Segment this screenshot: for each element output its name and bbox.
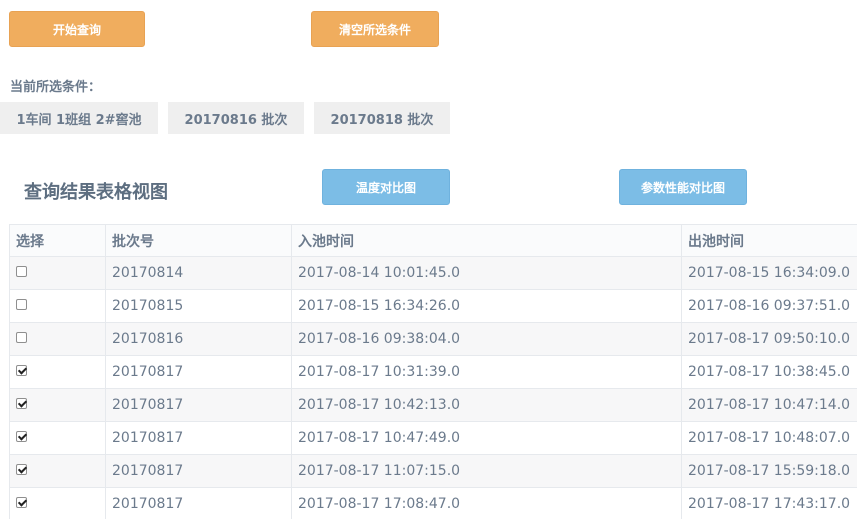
batch-cell: 20170816 (105, 322, 292, 356)
condition-chip-batch-20170818[interactable]: 20170818 批次 (314, 102, 450, 134)
header-batch: 批次号 (105, 224, 292, 257)
row-checkbox[interactable] (16, 497, 27, 508)
select-cell (9, 322, 106, 356)
row-checkbox[interactable] (16, 365, 27, 376)
table-row: 20170817 2017-08-17 10:42:13.0 2017-08-17 … (9, 388, 857, 422)
out-time-cell: 2017-08-17 09:50:10.0 (681, 322, 857, 356)
out-time-cell: 2017-08-17 17:43:17.0 (681, 487, 857, 519)
temperature-compare-button[interactable]: 温度对比图 (322, 169, 450, 205)
table-row: 20170815 2017-08-15 16:34:26.0 2017-08-16 … (9, 289, 857, 323)
batch-cell: 20170817 (105, 355, 292, 389)
batch-cell: 20170817 (105, 487, 292, 519)
select-cell (9, 454, 106, 488)
out-time-cell: 2017-08-16 09:37:51.0 (681, 289, 857, 323)
batch-cell: 20170817 (105, 388, 292, 422)
table-row: 20170816 2017-08-16 09:38:04.0 2017-08-17 … (9, 322, 857, 356)
select-cell (9, 388, 106, 422)
header-select: 选择 (9, 224, 106, 257)
in-time-cell: 2017-08-17 10:31:39.0 (291, 355, 682, 389)
select-cell (9, 355, 106, 389)
header-out-time: 出池时间 (681, 224, 857, 257)
parameter-compare-button[interactable]: 参数性能对比图 (619, 169, 747, 205)
table-row: 20170817 2017-08-17 10:47:49.0 2017-08-17 … (9, 421, 857, 455)
results-table-title: 查询结果表格视图 (24, 182, 168, 203)
select-cell (9, 487, 106, 519)
row-checkbox[interactable] (16, 431, 27, 442)
in-time-cell: 2017-08-16 09:38:04.0 (291, 322, 682, 356)
batch-cell: 20170814 (105, 256, 292, 290)
batch-cell: 20170817 (105, 454, 292, 488)
table-row: 20170817 2017-08-17 17:08:47.0 2017-08-17 … (9, 487, 857, 519)
row-checkbox[interactable] (16, 464, 27, 475)
select-cell (9, 421, 106, 455)
results-table: 选择 批次号 入池时间 出池时间 20170814 2017-08-14 10:0… (9, 224, 857, 519)
out-time-cell: 2017-08-17 15:59:18.0 (681, 454, 857, 488)
in-time-cell: 2017-08-17 11:07:15.0 (291, 454, 682, 488)
table-row: 20170817 2017-08-17 11:07:15.0 2017-08-17 … (9, 454, 857, 488)
start-query-button[interactable]: 开始查询 (9, 11, 145, 47)
row-checkbox[interactable] (16, 266, 27, 277)
header-in-time: 入池时间 (291, 224, 682, 257)
select-cell (9, 256, 106, 290)
in-time-cell: 2017-08-17 10:42:13.0 (291, 388, 682, 422)
table-header-row: 选择 批次号 入池时间 出池时间 (9, 224, 857, 257)
in-time-cell: 2017-08-14 10:01:45.0 (291, 256, 682, 290)
clear-conditions-button[interactable]: 清空所选条件 (311, 11, 439, 47)
row-checkbox[interactable] (16, 299, 27, 310)
out-time-cell: 2017-08-15 16:34:09.0 (681, 256, 857, 290)
in-time-cell: 2017-08-17 17:08:47.0 (291, 487, 682, 519)
batch-cell: 20170817 (105, 421, 292, 455)
row-checkbox[interactable] (16, 332, 27, 343)
select-cell (9, 289, 106, 323)
row-checkbox[interactable] (16, 398, 27, 409)
batch-cell: 20170815 (105, 289, 292, 323)
condition-chip-batch-20170816[interactable]: 20170816 批次 (168, 102, 304, 134)
out-time-cell: 2017-08-17 10:38:45.0 (681, 355, 857, 389)
in-time-cell: 2017-08-15 16:34:26.0 (291, 289, 682, 323)
table-row: 20170817 2017-08-17 10:31:39.0 2017-08-17 … (9, 355, 857, 389)
out-time-cell: 2017-08-17 10:47:14.0 (681, 388, 857, 422)
out-time-cell: 2017-08-17 10:48:07.0 (681, 421, 857, 455)
table-row: 20170814 2017-08-14 10:01:45.0 2017-08-15 … (9, 256, 857, 290)
selected-conditions-label: 当前所选条件： (10, 80, 102, 95)
in-time-cell: 2017-08-17 10:47:49.0 (291, 421, 682, 455)
condition-chip-workshop[interactable]: 1车间 1班组 2#窖池 (0, 102, 158, 134)
